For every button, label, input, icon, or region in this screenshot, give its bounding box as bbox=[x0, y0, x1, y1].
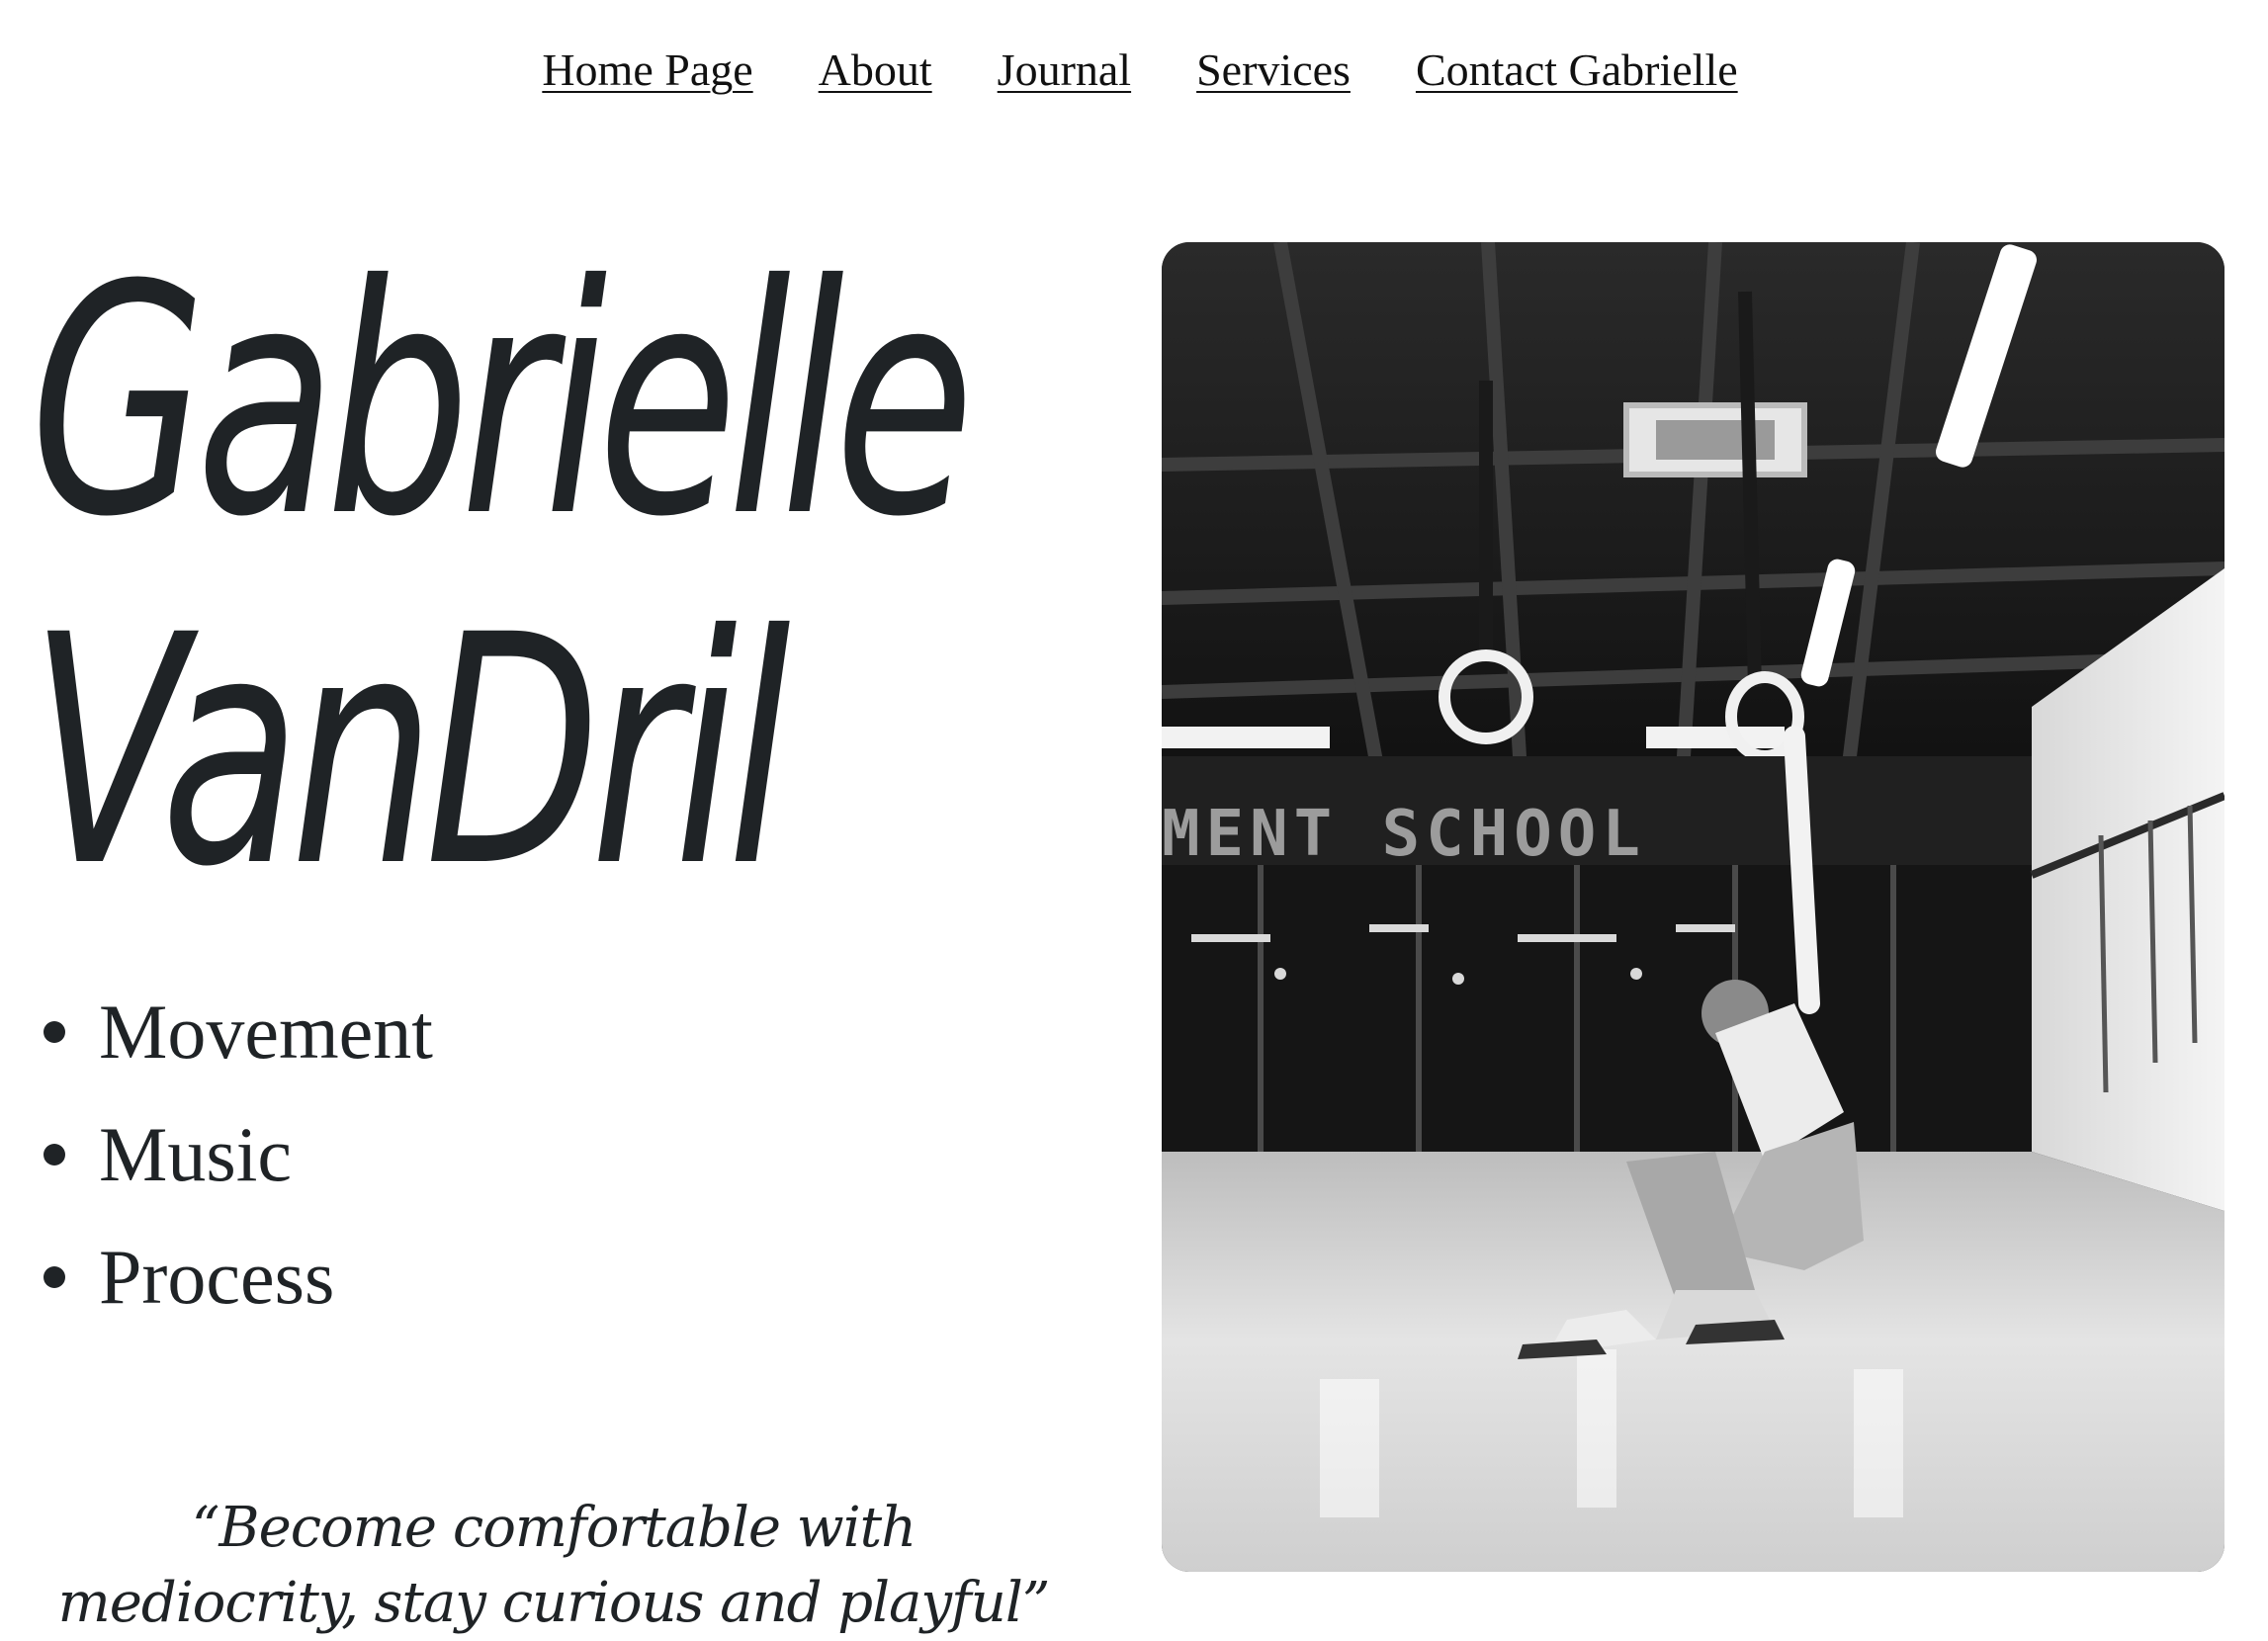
nav-link-home-page[interactable]: Home Page bbox=[542, 43, 752, 96]
list-item: Movement bbox=[30, 971, 433, 1093]
list-item: Process bbox=[30, 1216, 433, 1339]
nav-link-contact-gabrielle[interactable]: Contact Gabrielle bbox=[1416, 43, 1738, 96]
title-last-name: VanDril bbox=[30, 568, 791, 936]
pillars-list: Movement Music Process bbox=[30, 971, 433, 1339]
quote-text: “Become comfortable with mediocrity, sta… bbox=[57, 1496, 1051, 1635]
nav-link-journal[interactable]: Journal bbox=[998, 43, 1131, 96]
hero-photo: MENT SCHOOL bbox=[1162, 242, 2224, 1572]
nav-link-services[interactable]: Services bbox=[1196, 43, 1351, 96]
pillar-label: Music bbox=[99, 1111, 292, 1197]
pillar-label: Process bbox=[99, 1234, 335, 1320]
bullet-dot bbox=[44, 1021, 65, 1043]
site-title: Gabrielle VanDril bbox=[30, 218, 975, 936]
list-item: Music bbox=[30, 1093, 433, 1216]
nav-link-about[interactable]: About bbox=[819, 43, 932, 96]
title-first-name: Gabrielle bbox=[30, 218, 975, 586]
gym-photo-illustration: MENT SCHOOL bbox=[1162, 242, 2224, 1572]
bullet-dot bbox=[44, 1144, 65, 1166]
pillar-label: Movement bbox=[99, 989, 433, 1075]
main-nav: Home Page About Journal Services Contact… bbox=[0, 0, 2268, 138]
bullet-dot bbox=[44, 1266, 65, 1288]
wall-sign: MENT SCHOOL bbox=[1162, 798, 1646, 871]
